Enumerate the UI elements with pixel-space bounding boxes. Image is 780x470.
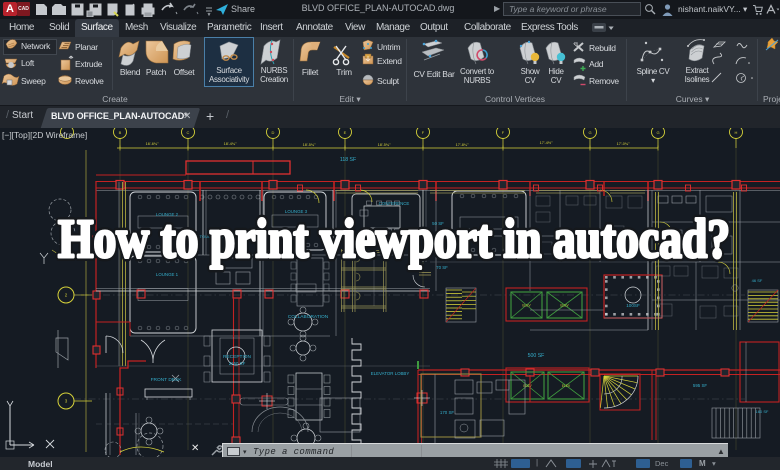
svg-text:500 SF: 500 SF [528, 353, 545, 359]
svg-text:70 SF: 70 SF [436, 265, 448, 270]
svg-text:G: G [656, 130, 659, 135]
svg-text:LOUNGE 3: LOUNGE 3 [285, 209, 308, 214]
svg-text:D: D [272, 130, 275, 135]
svg-text:ELEVATOR LOBBY: ELEVATOR LOBBY [371, 371, 410, 376]
svg-text:160 SF: 160 SF [756, 409, 769, 414]
svg-text:2: 2 [65, 293, 68, 298]
svg-text:F: F [422, 130, 425, 135]
svg-text:LOUNGE 2: LOUNGE 2 [156, 212, 179, 217]
svg-text:C: C [187, 130, 190, 135]
svg-text:18'-4¾": 18'-4¾" [224, 142, 237, 146]
svg-text:16'-6¾": 16'-6¾" [146, 142, 159, 146]
svg-text:G: G [588, 130, 591, 135]
svg-text:RECEPTION: RECEPTION [223, 354, 252, 360]
svg-text:3: 3 [65, 399, 68, 404]
svg-text:H: H [735, 130, 738, 135]
svg-text:50 SF: 50 SF [432, 221, 444, 226]
svg-text:LOUNGE 1: LOUNGE 1 [156, 272, 179, 277]
svg-text:2650 SF: 2650 SF [229, 361, 246, 366]
svg-text:46 SF: 46 SF [752, 278, 763, 283]
svg-text:17'-8¼": 17'-8¼" [456, 143, 469, 147]
svg-text:E: E [344, 130, 347, 135]
svg-text:118 SF: 118 SF [340, 157, 356, 163]
svg-text:18'-5¾": 18'-5¾" [303, 143, 316, 147]
svg-text:17'-4½": 17'-4½" [540, 141, 553, 145]
svg-text:B: B [119, 130, 122, 135]
svg-text:100SF: 100SF [626, 303, 640, 308]
svg-text:17'-0¾": 17'-0¾" [617, 142, 630, 146]
svg-text:595 SF: 595 SF [693, 383, 707, 388]
svg-text:ELEV: ELEV [560, 304, 569, 308]
svg-text:FRONT DESK: FRONT DESK [151, 377, 183, 383]
svg-text:ELEV: ELEV [562, 384, 571, 388]
svg-text:170 SF: 170 SF [440, 410, 454, 415]
svg-text:CONFERENCE: CONFERENCE [379, 201, 410, 206]
svg-text:F: F [502, 130, 505, 135]
svg-text:COLLABORATION: COLLABORATION [288, 314, 329, 320]
svg-text:TOUCHDOWN: TOUCHDOWN [200, 234, 227, 239]
svg-text:ELEV: ELEV [522, 304, 531, 308]
svg-text:18'-5¾": 18'-5¾" [378, 143, 391, 147]
